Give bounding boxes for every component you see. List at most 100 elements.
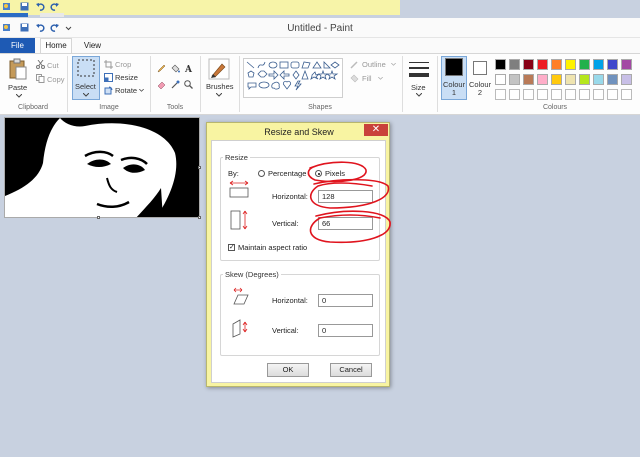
horizontal-resize-icon [229, 180, 249, 198]
colour2-label[interactable]: Colour 2 [469, 81, 491, 97]
colour-picker-icon[interactable] [171, 80, 180, 89]
chevron-down-icon[interactable] [391, 63, 396, 66]
close-button[interactable]: ✕ [364, 124, 388, 136]
paste-icon[interactable] [8, 58, 28, 80]
crop-icon [104, 60, 113, 69]
palette-swatch[interactable] [509, 59, 520, 70]
resize-icon [104, 73, 113, 82]
palette-swatch[interactable] [579, 74, 590, 85]
custom-colour-slot[interactable] [579, 89, 590, 100]
ghost-home-tab [40, 13, 64, 17]
custom-colour-slot[interactable] [537, 89, 548, 100]
palette-swatch[interactable] [593, 59, 604, 70]
vertical-skew-label: Vertical: [272, 326, 299, 335]
tab-file[interactable]: File [0, 38, 35, 53]
palette-swatch[interactable] [565, 59, 576, 70]
canvas-image[interactable] [4, 117, 200, 218]
palette-swatch[interactable] [621, 74, 632, 85]
paste-button[interactable]: Paste [8, 83, 27, 92]
horizontal-skew-input[interactable]: 0 [318, 294, 373, 307]
fill-bucket-icon[interactable] [171, 64, 180, 73]
custom-colour-slot[interactable] [523, 89, 534, 100]
chevron-down-icon[interactable] [139, 89, 144, 92]
palette-swatch[interactable] [495, 59, 506, 70]
palette-swatch[interactable] [621, 59, 632, 70]
custom-colour-slot[interactable] [565, 89, 576, 100]
palette-swatch[interactable] [565, 74, 576, 85]
custom-colour-slot[interactable] [593, 89, 604, 100]
shapes-gallery[interactable] [243, 58, 343, 98]
pencil-icon[interactable] [157, 64, 166, 73]
resize-skew-dialog: Resize and Skew ✕ Resize By: Percentage … [206, 122, 390, 387]
vertical-resize-input[interactable]: 66 [318, 217, 373, 230]
resize-handle[interactable] [198, 166, 201, 169]
cancel-button[interactable]: Cancel [330, 363, 372, 377]
fill-button[interactable]: Fill [362, 74, 372, 83]
cut-button[interactable]: Cut [47, 61, 59, 70]
colour1-label: Colour 1 [443, 80, 466, 97]
outline-icon [350, 61, 358, 69]
chevron-down-icon[interactable] [16, 94, 22, 98]
rotate-button[interactable]: Rotate [115, 86, 137, 95]
colour1-swatch [445, 58, 463, 76]
title-bar: Untitled - Paint [0, 18, 640, 38]
palette-swatch[interactable] [509, 74, 520, 85]
save-icon[interactable] [20, 2, 29, 11]
vertical-skew-input[interactable]: 0 [318, 324, 373, 337]
resize-button[interactable]: Resize [115, 73, 138, 82]
palette-swatch[interactable] [579, 59, 590, 70]
tab-home[interactable]: Home [40, 38, 72, 54]
size-button[interactable]: Size [411, 83, 426, 92]
ghost-file-tab [0, 13, 28, 17]
palette-swatch[interactable] [523, 59, 534, 70]
copy-button[interactable]: Copy [47, 75, 65, 84]
maintain-aspect-checkbox[interactable]: ✓ [228, 244, 235, 251]
resize-handle[interactable] [198, 216, 201, 219]
brush-icon[interactable] [208, 58, 230, 80]
custom-colour-slot[interactable] [607, 89, 618, 100]
palette-swatch[interactable] [537, 74, 548, 85]
pixels-label[interactable]: Pixels [325, 169, 345, 178]
undo-icon[interactable] [36, 2, 45, 11]
ribbon: Paste Cut Copy Clipboard Select Crop Res… [0, 53, 640, 115]
chevron-down-icon[interactable] [416, 93, 422, 97]
palette-swatch[interactable] [593, 74, 604, 85]
horizontal-skew-icon [233, 287, 249, 305]
image-group-label: Image [99, 104, 119, 111]
line-size-icon[interactable] [408, 58, 430, 80]
radio-selected-dot [317, 172, 320, 175]
tab-view[interactable]: View [80, 38, 105, 53]
text-tool-icon[interactable]: A [184, 64, 193, 73]
magnifier-icon[interactable] [184, 80, 193, 89]
custom-colour-slot[interactable] [495, 89, 506, 100]
palette-swatch[interactable] [495, 74, 506, 85]
outline-button[interactable]: Outline [362, 60, 386, 69]
crop-button[interactable]: Crop [115, 60, 131, 69]
percentage-label[interactable]: Percentage [268, 169, 306, 178]
palette-swatch[interactable] [551, 74, 562, 85]
clipboard-group-label: Clipboard [18, 104, 48, 111]
pixels-radio[interactable] [315, 170, 322, 177]
chevron-down-icon[interactable] [83, 93, 89, 97]
resize-handle[interactable] [97, 216, 100, 219]
percentage-radio[interactable] [258, 170, 265, 177]
palette-swatch[interactable] [523, 74, 534, 85]
horizontal-resize-input[interactable]: 128 [318, 190, 373, 203]
redo-icon[interactable] [50, 2, 59, 11]
palette-swatch[interactable] [551, 59, 562, 70]
chevron-down-icon[interactable] [378, 77, 383, 80]
chevron-down-icon[interactable] [216, 93, 222, 97]
maintain-aspect-label[interactable]: Maintain aspect ratio [238, 243, 307, 252]
palette-swatch[interactable] [607, 59, 618, 70]
palette-swatch[interactable] [607, 74, 618, 85]
colour2-swatch[interactable] [473, 61, 487, 75]
custom-colour-slot[interactable] [621, 89, 632, 100]
eraser-icon[interactable] [157, 80, 166, 89]
custom-colour-slot[interactable] [509, 89, 520, 100]
ok-button[interactable]: OK [267, 363, 309, 377]
custom-colour-slot[interactable] [551, 89, 562, 100]
brushes-button[interactable]: Brushes [206, 82, 234, 91]
by-label: By: [228, 169, 239, 178]
group-separator [437, 56, 438, 112]
palette-swatch[interactable] [537, 59, 548, 70]
